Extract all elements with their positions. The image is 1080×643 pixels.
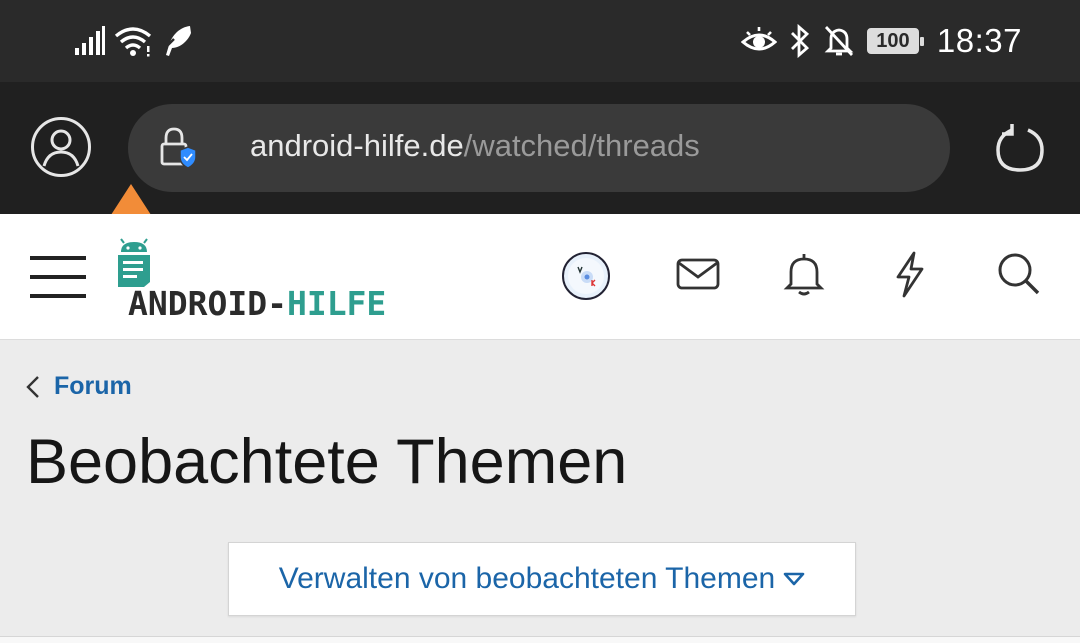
browser-toolbar: android-hilfe.de/watched/threads (0, 82, 1080, 264)
status-left (74, 22, 196, 60)
mail-icon[interactable] (674, 250, 722, 298)
feather-icon (163, 26, 191, 56)
site-logo[interactable]: ANDROID-HILFE (114, 238, 386, 323)
breadcrumb[interactable]: Forum (26, 372, 132, 401)
url-path: /watched/threads (463, 128, 700, 163)
site-header: ANDROID-HILFE (0, 214, 1080, 340)
content-divider (0, 636, 1080, 643)
avatar[interactable] (562, 252, 610, 300)
menu-icon[interactable] (30, 254, 86, 300)
reload-icon[interactable] (994, 122, 1046, 174)
signal-icon (75, 26, 105, 55)
lock-shield-icon[interactable] (158, 126, 198, 170)
eye-icon (740, 27, 777, 51)
page-title: Beobachtete Themen (26, 427, 628, 497)
search-icon[interactable] (994, 250, 1042, 298)
lightning-icon[interactable] (886, 250, 934, 298)
url-domain: android-hilfe.de (250, 128, 464, 163)
battery-icon: 100 (866, 28, 924, 54)
android-robot-icon (118, 238, 150, 287)
manage-watched-threads-button[interactable]: Verwalten von beobachteten Themen (228, 542, 856, 616)
avatar-image (568, 258, 604, 294)
bell-icon[interactable] (780, 250, 828, 298)
logo-text-hilfe: HILFE (286, 284, 387, 323)
breadcrumb-forum-link[interactable]: Forum (54, 372, 132, 401)
status-right: 100 18:37 (740, 20, 1022, 62)
chevron-left-icon (26, 375, 39, 398)
notifications-off-icon (824, 26, 854, 56)
profile-icon[interactable] (30, 116, 92, 178)
logo-text: ANDROID-HILFE (128, 284, 386, 323)
status-time: 18:37 (936, 22, 1022, 59)
wifi-icon (114, 27, 152, 57)
url-text[interactable]: android-hilfe.de/watched/threads (250, 128, 700, 164)
status-bar: 100 18:37 (0, 0, 1080, 82)
battery-level: 100 (868, 30, 917, 52)
bluetooth-icon (790, 24, 809, 58)
manage-button-label: Verwalten von beobachteten Themen (278, 562, 776, 595)
caret-down-icon (783, 572, 805, 586)
main-content: Forum Beobachtete Themen Verwalten von b… (0, 340, 1080, 643)
logo-text-android: ANDROID- (128, 284, 287, 323)
